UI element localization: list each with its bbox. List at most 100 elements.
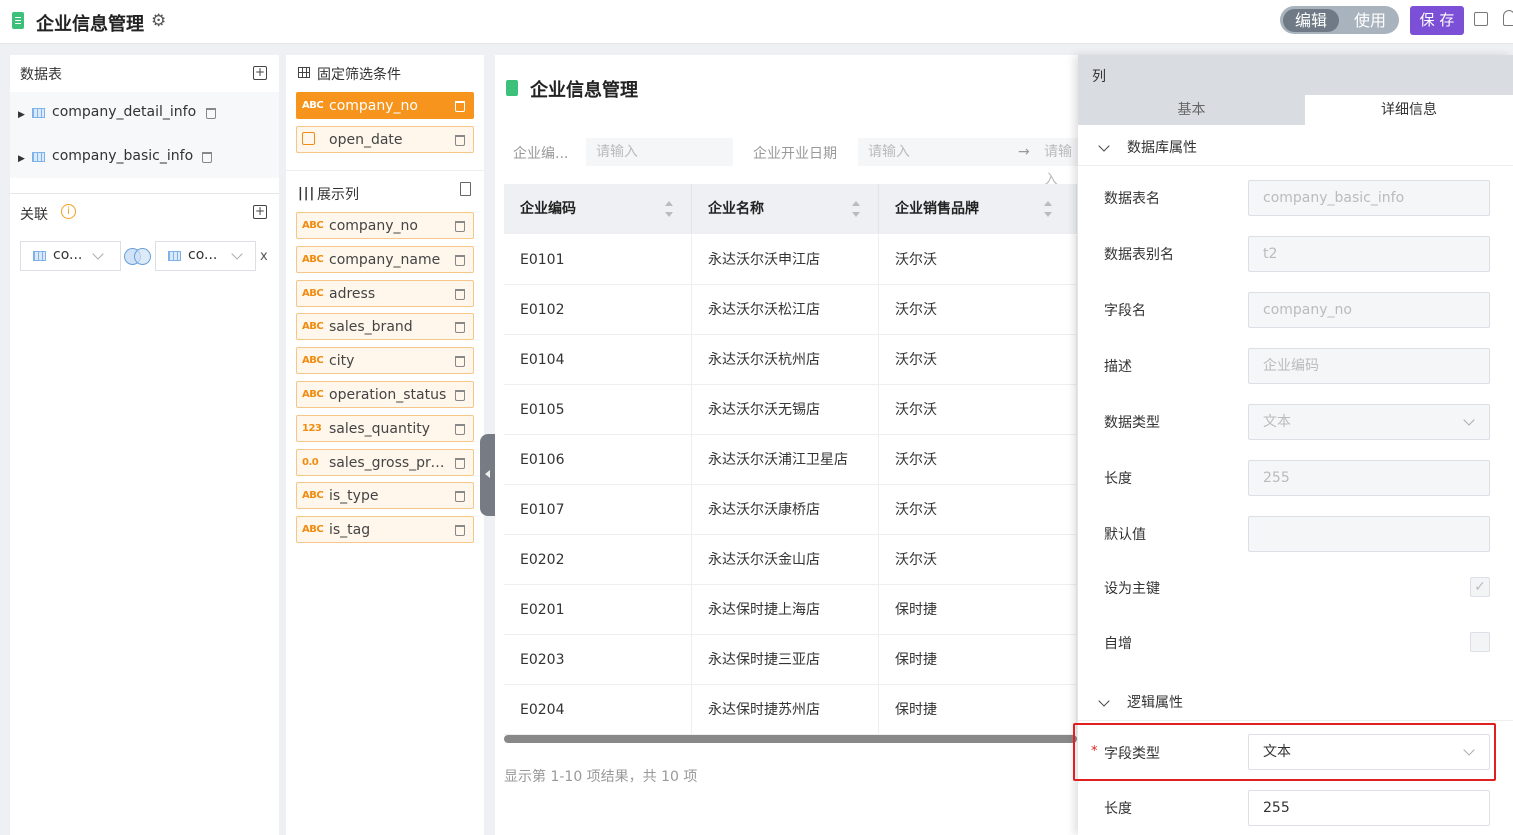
filter-input-company-no[interactable]: 请输入 — [586, 138, 733, 166]
filter-label-company-no: 企业编... — [513, 146, 569, 162]
column-field-chip[interactable]: 123 sales_quantity — [296, 414, 474, 442]
arrow-right-icon: → — [1018, 144, 1030, 160]
table-cell: E0202 — [504, 535, 692, 585]
field-type-icon: ABC — [302, 490, 324, 502]
remove-relation-button[interactable]: x — [260, 249, 268, 264]
trash-icon[interactable] — [455, 101, 465, 112]
table-item-basic[interactable]: company_basic_info — [52, 148, 193, 164]
info-icon[interactable]: i — [61, 204, 76, 219]
expand-icon[interactable]: ▶ — [18, 154, 25, 164]
sort-columns-icon[interactable] — [460, 182, 471, 196]
field-name: open_date — [329, 132, 403, 148]
relation-left-select[interactable]: co... — [20, 241, 121, 271]
table-cell: E0201 — [504, 585, 692, 635]
db-field-label: 数据类型 — [1104, 415, 1160, 431]
table-cell: 永达沃尔沃松江店 — [692, 285, 879, 335]
trash-icon[interactable] — [206, 108, 216, 119]
highlight-box — [1073, 723, 1496, 781]
trash-icon[interactable] — [455, 135, 465, 146]
db-field-input[interactable]: company_basic_info — [1248, 180, 1490, 216]
lightbulb-icon[interactable] — [1503, 10, 1513, 26]
filter-fields-title: 固定筛选条件 — [317, 67, 401, 83]
column-header[interactable]: 企业编码 — [504, 184, 692, 234]
datasets-title: 数据表 — [20, 67, 62, 83]
filter-field-chip[interactable]: ABC company_no — [296, 92, 474, 119]
table-cell: E0106 — [504, 435, 692, 485]
column-field-chip[interactable]: ABC company_no — [296, 212, 474, 239]
column-field-chip[interactable]: ABC operation_status — [296, 381, 474, 408]
pagination-summary: 显示第 1-10 项结果，共 10 项 — [504, 769, 698, 785]
field-name: is_tag — [329, 522, 371, 539]
db-field-input[interactable]: company_no — [1248, 292, 1490, 328]
column-header-label: 企业销售品牌 — [895, 201, 979, 217]
trash-icon[interactable] — [455, 288, 465, 300]
table-icon — [32, 108, 45, 118]
db-field-label: 默认值 — [1104, 527, 1146, 543]
save-button[interactable]: 保 存 — [1410, 6, 1464, 35]
sort-icon[interactable] — [1044, 201, 1052, 217]
preview-icon[interactable] — [1474, 12, 1488, 26]
trash-icon[interactable] — [455, 491, 465, 503]
sort-icon[interactable] — [852, 201, 860, 217]
auto-increment-checkbox[interactable] — [1470, 632, 1490, 652]
document-icon — [506, 80, 518, 96]
db-field-input[interactable]: t2 — [1248, 236, 1490, 272]
trash-icon[interactable] — [455, 525, 465, 537]
sort-icon[interactable] — [665, 201, 673, 217]
chevron-down-icon[interactable] — [1098, 138, 1110, 154]
table-icon — [32, 152, 45, 162]
date-start-input[interactable]: 请输入 — [868, 144, 910, 160]
chevron-down-icon — [231, 248, 243, 260]
column-field-chip[interactable]: ABC city — [296, 347, 474, 375]
column-field-chip[interactable]: ABC adress — [296, 279, 474, 307]
trash-icon[interactable] — [455, 423, 465, 435]
mode-use-button[interactable]: 使用 — [1342, 9, 1398, 32]
column-header[interactable]: 企业销售品牌 — [879, 184, 1077, 234]
tab-detail[interactable]: 详细信息 — [1305, 95, 1513, 125]
trash-icon[interactable] — [455, 457, 465, 469]
date-range-input[interactable]: 请输入 → 请输入 — [858, 138, 1080, 188]
field-name: company_name — [329, 251, 441, 268]
column-field-chip[interactable]: ABC is_tag — [296, 516, 474, 544]
chevron-down-icon[interactable] — [1098, 693, 1110, 709]
column-field-chip[interactable]: ABC company_name — [296, 245, 474, 273]
logic-length-input[interactable]: 255 — [1248, 790, 1490, 826]
add-relation-icon[interactable]: + — [253, 205, 267, 219]
db-field-input[interactable]: 企业编码 — [1248, 348, 1490, 384]
field-type-icon: ABC — [302, 389, 324, 400]
add-table-icon[interactable]: + — [253, 66, 267, 80]
column-header[interactable]: 企业名称 — [692, 184, 879, 234]
relation-right-select[interactable]: co... — [155, 241, 256, 271]
trash-icon[interactable] — [455, 356, 465, 368]
table-item-detail[interactable]: company_detail_info — [52, 104, 196, 120]
filter-field-chip[interactable]: open_date — [296, 126, 474, 153]
tab-basic[interactable]: 基本 — [1078, 95, 1305, 125]
chevron-down-icon — [1463, 414, 1475, 426]
column-field-chip[interactable]: ABC sales_brand — [296, 313, 474, 341]
data-type-select[interactable]: 文本 — [1248, 404, 1490, 440]
join-icon[interactable] — [124, 248, 152, 265]
primary-key-checkbox[interactable]: ✓ — [1470, 577, 1490, 597]
column-field-chip[interactable]: ABC is_type — [296, 482, 474, 510]
horizontal-scrollbar[interactable] — [504, 735, 1077, 743]
gear-icon[interactable]: ⚙ — [151, 11, 166, 31]
trash-icon[interactable] — [455, 221, 465, 232]
trash-icon[interactable] — [455, 254, 465, 266]
trash-icon[interactable] — [202, 152, 212, 163]
field-type-icon: ABC — [302, 220, 324, 231]
column-field-chip[interactable]: 0.0 sales_gross_pro... — [296, 448, 474, 476]
db-field-label: 长度 — [1104, 471, 1132, 487]
trash-icon[interactable] — [455, 390, 465, 401]
table-cell: 沃尔沃 — [879, 535, 1077, 585]
field-name: company_no — [329, 98, 418, 114]
chevron-down-icon — [92, 248, 104, 260]
trash-icon[interactable] — [455, 322, 465, 334]
expand-icon[interactable]: ▶ — [18, 110, 25, 120]
db-field-input[interactable]: 255 — [1248, 460, 1490, 496]
field-name: operation_status — [329, 387, 447, 403]
collapse-handle[interactable] — [480, 434, 496, 516]
field-type-icon: ABC — [302, 524, 324, 536]
db-field-input[interactable] — [1248, 516, 1490, 552]
mode-edit-button[interactable]: 编辑 — [1283, 9, 1339, 32]
table-cell: E0104 — [504, 335, 692, 385]
